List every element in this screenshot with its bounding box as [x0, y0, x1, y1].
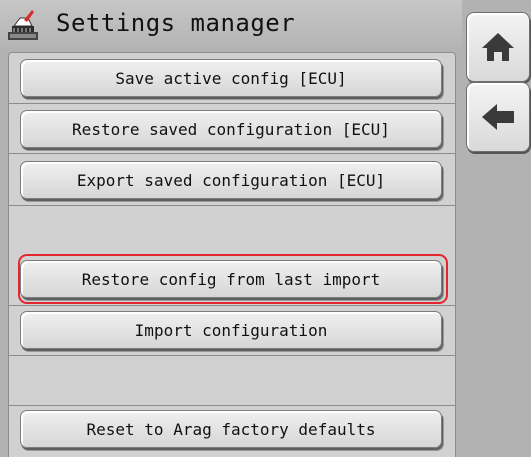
export-saved-config-button[interactable]: Export saved configuration [ECU]	[20, 161, 442, 199]
divider	[9, 355, 455, 356]
divider	[9, 153, 455, 154]
right-nav	[466, 0, 531, 457]
home-icon	[482, 33, 514, 61]
reset-factory-defaults-button[interactable]: Reset to Arag factory defaults	[20, 410, 442, 448]
restore-last-import-button[interactable]: Restore config from last import	[20, 260, 442, 298]
divider	[9, 205, 455, 206]
title-bar: Settings manager	[0, 0, 462, 48]
save-active-config-button[interactable]: Save active config [ECU]	[20, 59, 442, 97]
home-button[interactable]	[466, 12, 530, 82]
restore-saved-config-button[interactable]: Restore saved configuration [ECU]	[20, 110, 442, 148]
arrow-left-icon	[482, 104, 514, 130]
back-button[interactable]	[466, 82, 530, 152]
divider	[9, 405, 455, 406]
import-configuration-button[interactable]: Import configuration	[20, 311, 442, 349]
settings-brush-icon	[8, 10, 38, 40]
page-title: Settings manager	[56, 9, 296, 37]
divider	[9, 103, 455, 104]
divider	[9, 305, 455, 306]
